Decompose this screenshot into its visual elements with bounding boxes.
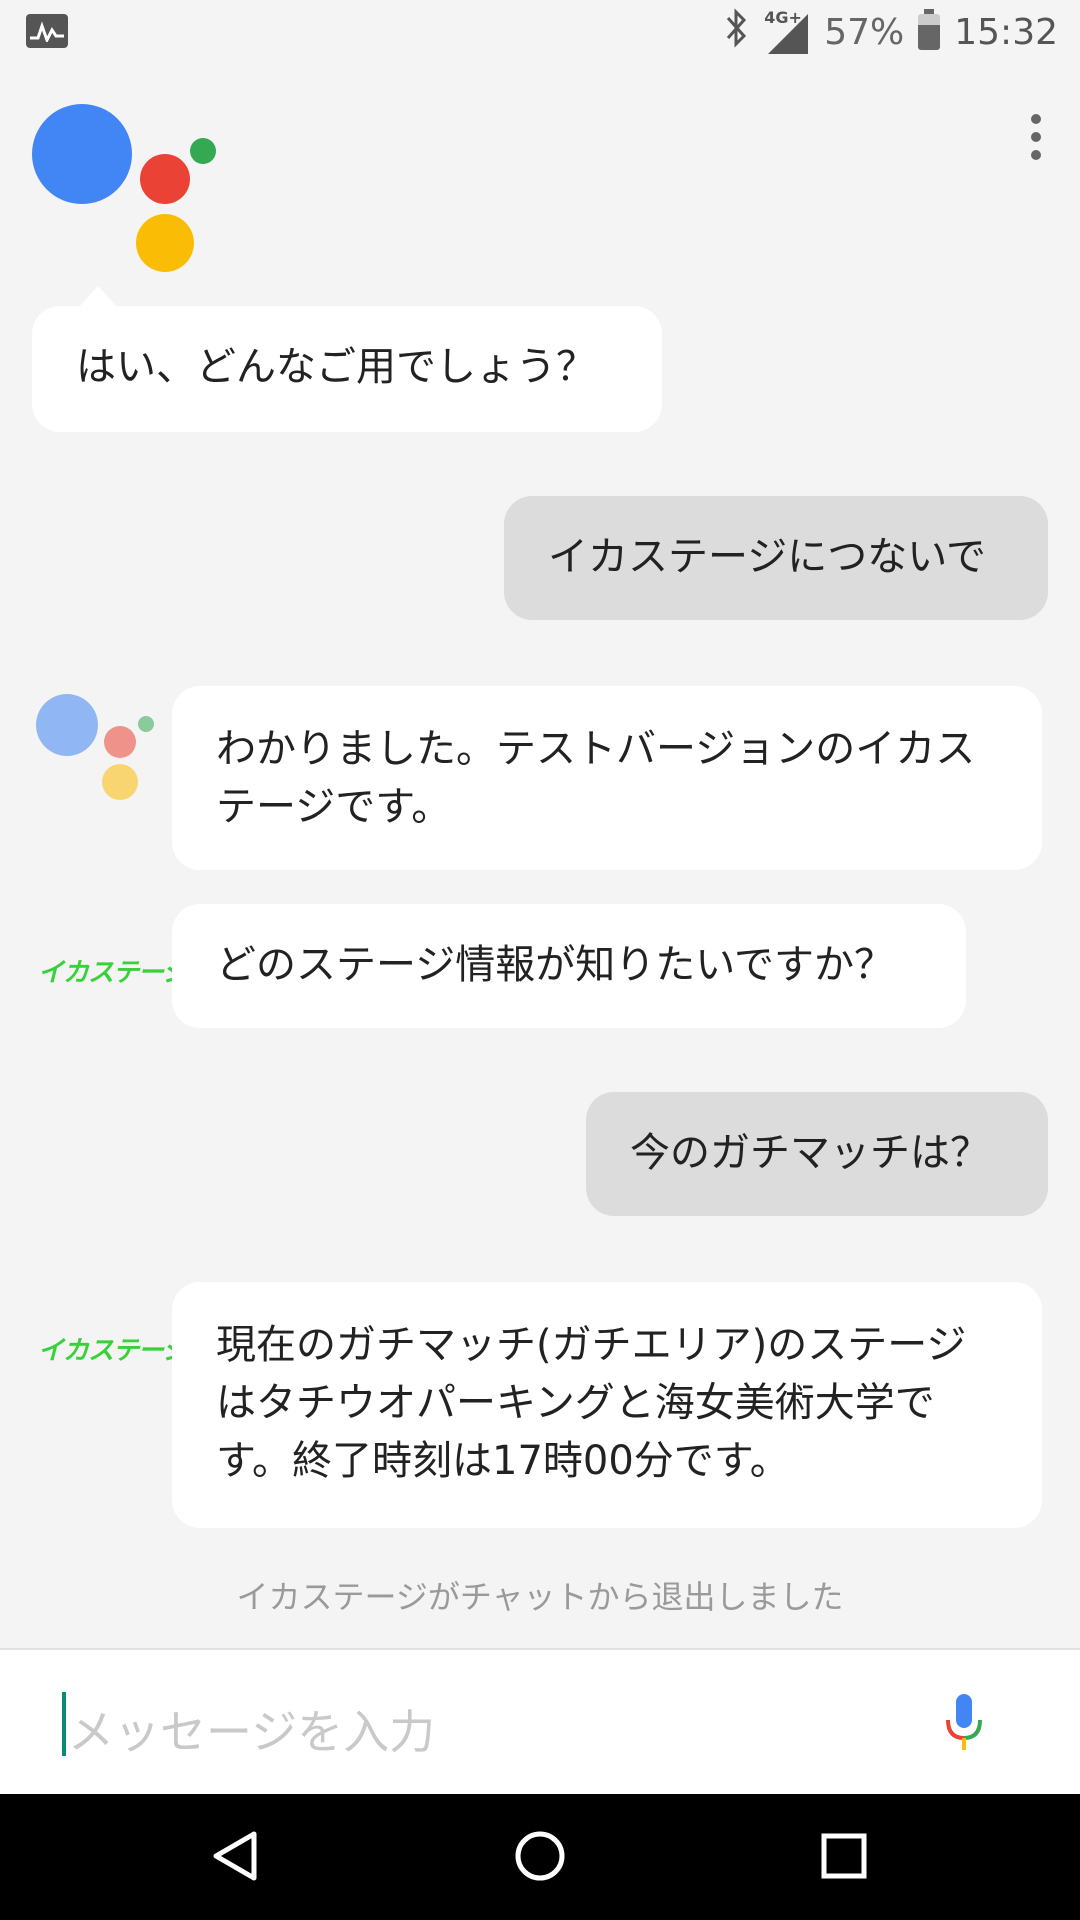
overflow-menu-icon[interactable] [1026,114,1046,160]
app-name: イカステージ [38,1336,188,1366]
text-cursor [62,1692,66,1756]
home-icon[interactable] [512,1828,568,1884]
bluetooth-icon [724,7,750,57]
app-message: 現在のガチマッチ(ガチエリア)のステージはタチウオパーキングと海女美術大学です。… [172,1282,1042,1528]
avatar-dot-yellow [102,764,138,800]
app-logo: イカステージ [38,1330,188,1367]
clock: 15:32 [954,11,1058,53]
user-message: 今のガチマッチは？ [586,1092,1048,1216]
assistant-logo [30,104,230,274]
recents-icon[interactable] [816,1828,872,1884]
logo-dot-yellow [136,214,194,272]
app-logo: イカステージ [38,952,188,989]
message-text: わかりました。テストバージョンのイカステージです。 [216,726,976,830]
user-message: イカステージにつないで [504,496,1048,620]
assistant-avatar [34,692,154,802]
assistant-message: はい、どんなご用でしょう？ [32,306,662,432]
battery-icon [918,9,941,50]
message-text: 現在のガチマッチ(ガチエリア)のステージはタチウオパーキングと海女美術大学です。… [216,1322,967,1484]
battery-percent: 57% [824,11,905,53]
message-text: イカステージにつないで [548,534,986,580]
status-bar: 4G+ 57% 15:32 [0,0,1080,64]
app-name: イカステージ [38,958,188,988]
system-note: イカステージがチャットから退出しました [236,1578,844,1616]
logo-dot-red [140,154,190,204]
mic-icon[interactable] [944,1694,984,1754]
logo-dot-blue [32,104,132,204]
message-text: はい、どんなご用でしょう？ [76,344,596,390]
avatar-dot-red [104,726,136,758]
back-icon[interactable] [208,1828,264,1884]
message-text: どのステージ情報が知りたいですか？ [216,942,894,988]
message-text: 今のガチマッチは？ [630,1130,990,1176]
bubble-tail [78,286,118,308]
activity-icon [26,14,68,48]
navigation-bar [0,1794,1080,1920]
avatar-dot-blue [36,694,98,756]
app-message: どのステージ情報が知りたいですか？ [172,904,966,1028]
message-input[interactable]: メッセージを入力 [68,1696,435,1762]
message-input-bar: メッセージを入力 [0,1648,1080,1796]
avatar-dot-green [138,716,154,732]
logo-dot-green [190,138,216,164]
assistant-message: わかりました。テストバージョンのイカステージです。 [172,686,1042,870]
signal-icon: 4G+ [764,8,810,54]
